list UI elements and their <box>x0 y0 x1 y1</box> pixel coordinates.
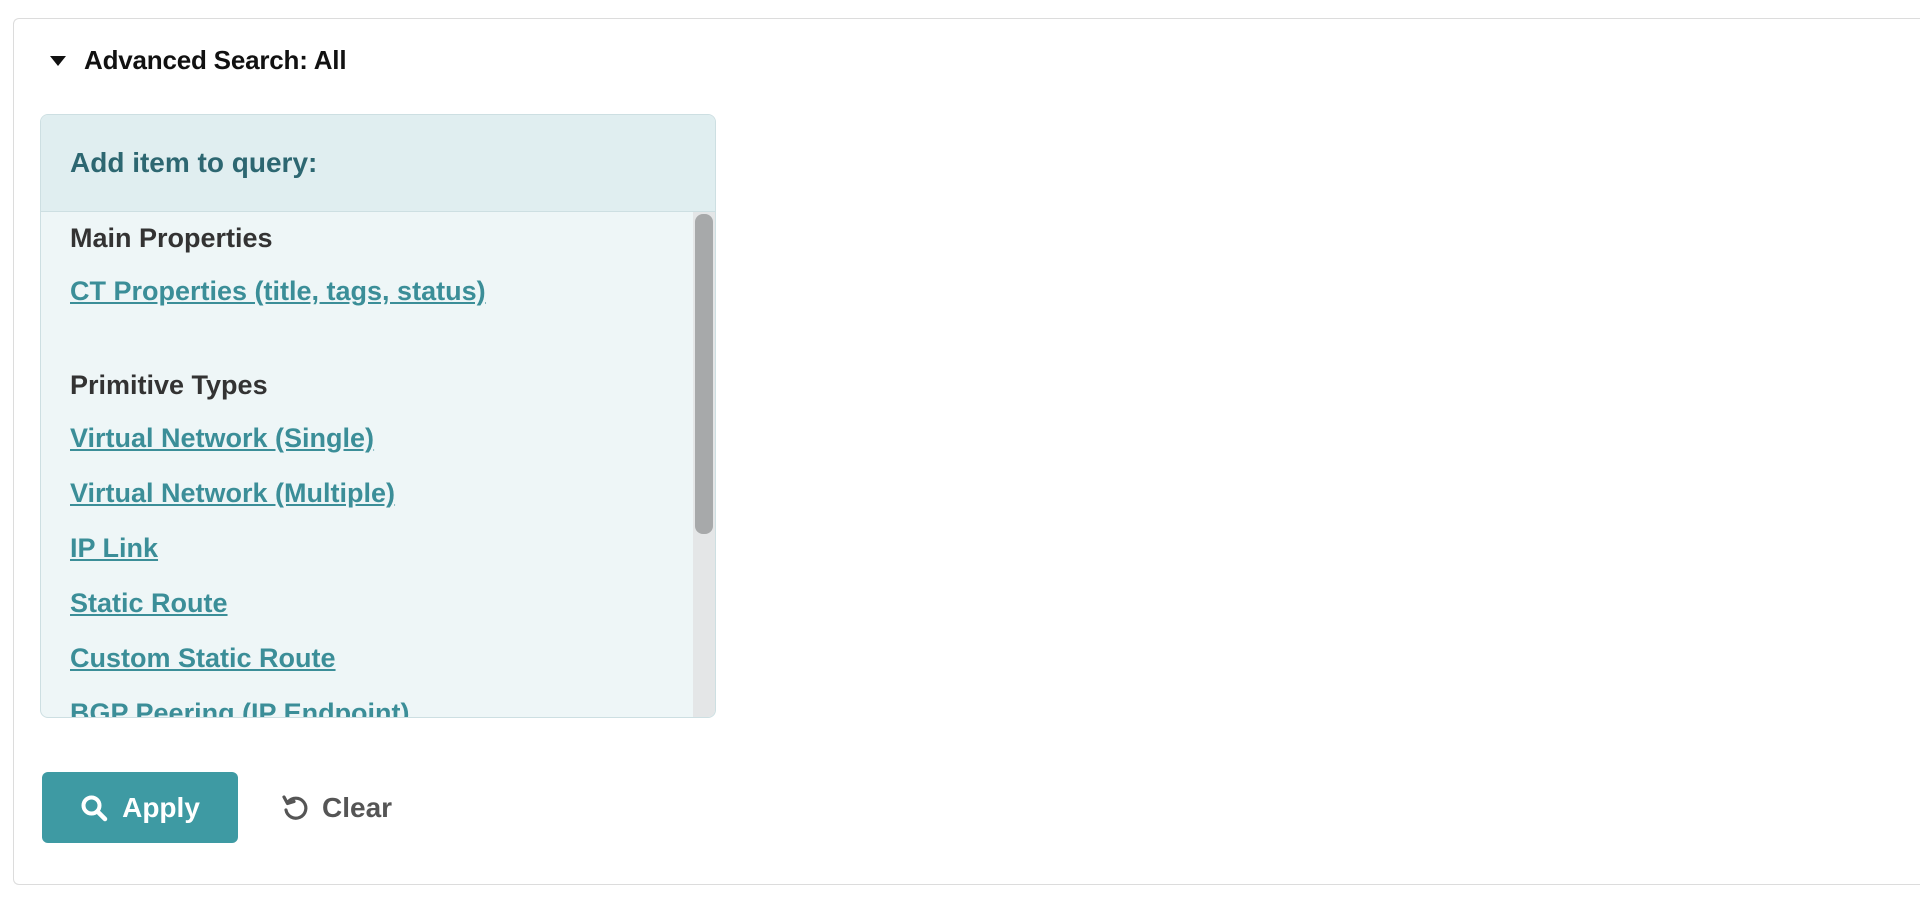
query-item-ct-properties[interactable]: CT Properties (title, tags, status) <box>70 264 693 319</box>
query-item-virtual-network-single[interactable]: Virtual Network (Single) <box>70 411 693 466</box>
query-list-scrollbar[interactable] <box>693 212 715 717</box>
undo-icon <box>280 793 310 823</box>
caret-down-icon <box>50 56 66 66</box>
query-panel-title: Add item to query: <box>70 147 318 178</box>
clear-button-label: Clear <box>322 791 393 823</box>
group-heading-primitive-types: Primitive Types <box>70 370 268 400</box>
query-item-list[interactable]: Main Properties CT Properties (title, ta… <box>41 212 693 717</box>
group-heading-main-properties: Main Properties <box>70 223 273 253</box>
section-title: Advanced Search: All <box>84 44 347 75</box>
clear-button[interactable]: Clear <box>272 772 400 843</box>
query-panel-header: Add item to query: <box>41 115 715 212</box>
query-item-bgp-peering-ip-endpoint[interactable]: BGP Peering (IP Endpoint) <box>70 686 693 717</box>
query-item-virtual-network-multiple[interactable]: Virtual Network (Multiple) <box>70 466 693 521</box>
query-item-custom-static-route[interactable]: Custom Static Route <box>70 631 693 686</box>
apply-button[interactable]: Apply <box>42 772 238 843</box>
scrollbar-thumb[interactable] <box>695 214 713 534</box>
search-icon <box>80 794 108 822</box>
query-item-static-route[interactable]: Static Route <box>70 576 693 631</box>
add-item-to-query-panel: Add item to query: Main Properties CT Pr… <box>40 114 716 718</box>
query-item-ip-link[interactable]: IP Link <box>70 521 693 576</box>
advanced-search-toggle[interactable]: Advanced Search: All <box>38 40 347 80</box>
apply-button-label: Apply <box>122 791 200 823</box>
